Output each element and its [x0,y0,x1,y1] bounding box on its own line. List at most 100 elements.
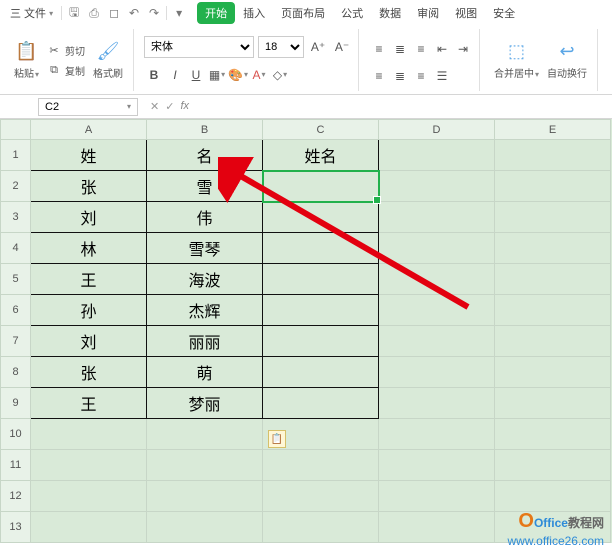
cell[interactable] [379,326,495,357]
cell[interactable] [495,419,611,450]
row-header[interactable]: 7 [1,326,31,357]
indent-decrease-button[interactable]: ⇤ [432,39,452,59]
undo-icon[interactable]: ↶ [126,5,142,21]
cell[interactable]: 名 [147,140,263,171]
cell[interactable] [263,388,379,419]
cell[interactable] [379,481,495,512]
cell[interactable] [379,233,495,264]
format-painter-button[interactable]: 🖌 格式刷 [89,39,127,82]
cell[interactable]: 林 [31,233,147,264]
cell[interactable] [379,295,495,326]
cell[interactable]: 雪 [147,171,263,202]
distribute-button[interactable]: ☰ [432,66,452,86]
cell[interactable]: 伟 [147,202,263,233]
print-icon[interactable]: ⎙ [86,5,102,21]
cell[interactable] [263,264,379,295]
cell[interactable] [147,512,263,543]
cell[interactable] [495,295,611,326]
italic-button[interactable]: I [165,65,185,85]
cell[interactable]: 雪琴 [147,233,263,264]
cell[interactable] [31,419,147,450]
tab-data[interactable]: 数据 [371,2,409,24]
cell[interactable]: 姓 [31,140,147,171]
cell[interactable]: 海波 [147,264,263,295]
tab-view[interactable]: 视图 [447,2,485,24]
align-right-button[interactable]: ≡ [411,66,431,86]
cell[interactable] [31,450,147,481]
tab-review[interactable]: 审阅 [409,2,447,24]
cell[interactable] [495,171,611,202]
align-bottom-button[interactable]: ≡ [411,39,431,59]
cell[interactable] [379,357,495,388]
copy-button[interactable]: ⧉复制 [43,62,89,79]
cell[interactable] [379,202,495,233]
row-header[interactable]: 4 [1,233,31,264]
tab-security[interactable]: 安全 [485,2,523,24]
cell[interactable] [263,326,379,357]
row-header[interactable]: 8 [1,357,31,388]
cell[interactable] [379,419,495,450]
cell[interactable] [147,450,263,481]
font-name-select[interactable]: 宋体 [144,36,254,58]
fill-color-button[interactable]: 🎨▾ [228,65,248,85]
cell[interactable]: 萌 [147,357,263,388]
file-menu[interactable]: 三 文件▾ [4,3,59,23]
font-size-select[interactable]: 18 [258,36,304,58]
tab-layout[interactable]: 页面布局 [273,2,333,24]
tab-start[interactable]: 开始 [197,2,235,24]
cell[interactable] [379,264,495,295]
cell[interactable] [31,512,147,543]
spreadsheet-grid[interactable]: A B C D E 1 姓 名 姓名 2 张 雪 3 刘 伟 4 林 雪琴 5 … [0,119,612,543]
bold-button[interactable]: B [144,65,164,85]
select-all-corner[interactable] [1,120,31,140]
row-header[interactable]: 10 [1,419,31,450]
row-header[interactable]: 1 [1,140,31,171]
cell[interactable] [495,233,611,264]
cell[interactable] [263,357,379,388]
cancel-icon[interactable]: ✕ [150,100,159,113]
cell[interactable] [263,450,379,481]
cell[interactable] [495,357,611,388]
row-header[interactable]: 6 [1,295,31,326]
clear-format-button[interactable]: ◇▾ [270,65,290,85]
cell[interactable] [495,140,611,171]
paste-options-button[interactable]: 📋 [268,430,286,448]
row-header[interactable]: 9 [1,388,31,419]
underline-button[interactable]: U [186,65,206,85]
cell[interactable] [147,481,263,512]
col-header-e[interactable]: E [495,120,611,140]
cell[interactable] [379,450,495,481]
row-header[interactable]: 2 [1,171,31,202]
decrease-font-button[interactable]: A⁻ [332,37,352,57]
cell[interactable]: 刘 [31,202,147,233]
cell[interactable] [31,481,147,512]
cell[interactable] [379,388,495,419]
cell[interactable] [263,512,379,543]
fx-label[interactable]: fx [180,100,189,113]
cell[interactable] [495,326,611,357]
cell[interactable] [263,233,379,264]
dropdown-icon[interactable]: ▾ [171,5,187,21]
row-header[interactable]: 13 [1,512,31,543]
cell[interactable] [495,481,611,512]
align-center-button[interactable]: ≣ [390,66,410,86]
cell[interactable] [379,512,495,543]
col-header-a[interactable]: A [31,120,147,140]
cut-button[interactable]: ✂剪切 [43,42,89,59]
cell[interactable]: 王 [31,388,147,419]
font-color-button[interactable]: A▾ [249,65,269,85]
cell[interactable] [495,202,611,233]
cell[interactable]: 姓名 [263,140,379,171]
tab-formula[interactable]: 公式 [333,2,371,24]
cell[interactable] [495,388,611,419]
cell[interactable]: 丽丽 [147,326,263,357]
cell[interactable]: 刘 [31,326,147,357]
align-top-button[interactable]: ≡ [369,39,389,59]
merge-center-button[interactable]: ⬚ 合并居中▾ [490,39,543,82]
border-button[interactable]: ▦▾ [207,65,227,85]
cell[interactable] [379,171,495,202]
tab-insert[interactable]: 插入 [235,2,273,24]
col-header-d[interactable]: D [379,120,495,140]
wrap-text-button[interactable]: ↩ 自动换行 [543,39,591,82]
cell[interactable] [263,295,379,326]
